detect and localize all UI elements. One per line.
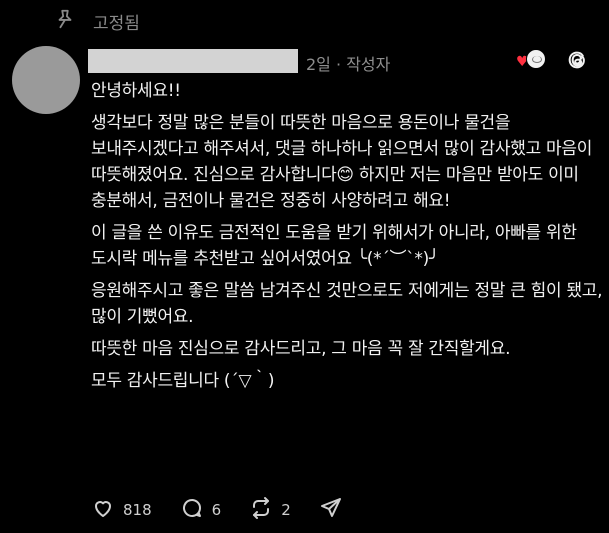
threads-logo-icon[interactable]: [566, 49, 588, 71]
post-paragraph: 이 글을 쓴 이유도 금전적인 도움을 받기 위해서가 아니라, 아빠를 위한 …: [91, 223, 582, 269]
author-tag: 작성자: [346, 55, 391, 74]
reply-count: 6: [211, 501, 222, 519]
like-count: 818: [123, 501, 152, 519]
comment-icon: [180, 496, 204, 524]
post-meta: 2일 · 작성자: [306, 51, 390, 75]
heart-outline-icon: [91, 496, 115, 524]
repost-count: 2: [281, 501, 291, 519]
repost-button[interactable]: 2: [249, 496, 291, 524]
post-paragraph: 모두 감사드립니다 (´▽｀): [91, 371, 275, 391]
post-actions: 818 6 2: [91, 496, 371, 524]
send-icon: [319, 496, 343, 524]
repost-icon: [249, 496, 273, 524]
post-paragraph: 따뜻한 마음 진심으로 감사드리고, 그 마음 꼭 잘 간직할게요.: [91, 339, 511, 359]
author-name-redacted[interactable]: [88, 49, 298, 73]
header-icons: ♥: [516, 49, 588, 71]
author-avatar[interactable]: [12, 46, 80, 114]
pinned-indicator: 고정됨: [54, 8, 140, 34]
post-time: 2일: [306, 55, 331, 74]
reply-button[interactable]: 6: [180, 496, 222, 524]
like-button[interactable]: 818: [91, 496, 152, 524]
post-header: 2일 · 작성자 ♥: [88, 49, 609, 75]
post-paragraph: 안녕하세요!!: [91, 81, 181, 101]
meta-separator: ·: [336, 55, 342, 74]
avatar-face-icon: [526, 49, 546, 69]
pinned-label: 고정됨: [93, 13, 140, 34]
post-paragraph: 생각보다 정말 많은 분들이 따뜻한 마음으로 용돈이나 물건을 보내주시겠다고…: [91, 113, 598, 211]
pin-icon: [54, 8, 76, 34]
liked-by-author-avatar[interactable]: ♥: [516, 49, 546, 71]
post-body: 안녕하세요!! 생각보다 정말 많은 분들이 따뜻한 마음으로 용돈이나 물건을…: [91, 78, 603, 400]
post-paragraph: 응원해주시고 좋은 말씀 남겨주신 것만으로도 저에게는 정말 큰 힘이 됐고,…: [91, 281, 608, 327]
share-button[interactable]: [319, 496, 343, 524]
